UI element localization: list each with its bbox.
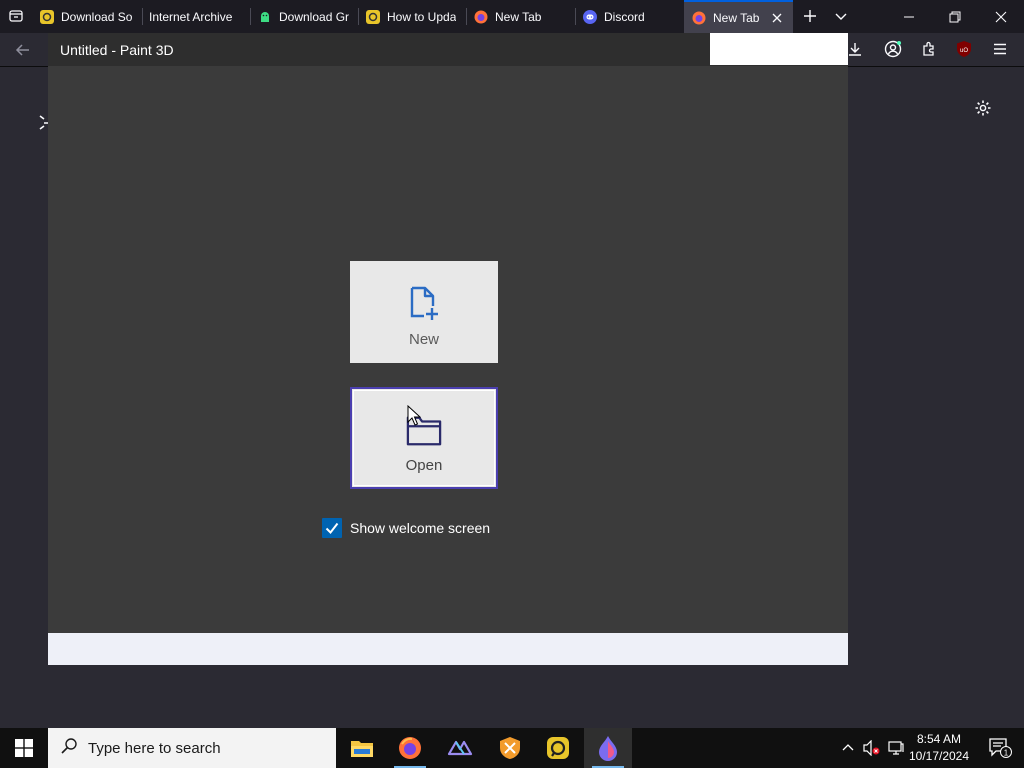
affinity-icon[interactable] (436, 728, 484, 768)
window-title: Untitled - Paint 3D (60, 42, 174, 58)
svg-text:uO: uO (960, 48, 968, 54)
tab-label: New Tab (713, 10, 760, 25)
close-window-button[interactable] (978, 0, 1024, 33)
open-button[interactable]: Open (350, 387, 498, 489)
tab-label: Download Gr (279, 9, 350, 24)
browser-tab[interactable]: Discord (575, 0, 683, 33)
show-welcome-checkbox[interactable] (322, 518, 342, 538)
checkmark-icon (325, 522, 339, 535)
clock-date: 10/17/2024 (908, 749, 970, 763)
new-label: New (408, 331, 439, 348)
browser-tab[interactable]: Internet Archive (142, 0, 250, 33)
new-button[interactable]: New (350, 261, 498, 363)
chevron-down-icon[interactable] (830, 5, 852, 27)
browser-tab[interactable]: Download Gr (250, 0, 358, 33)
browser-tab-active[interactable]: New Tab (684, 0, 793, 33)
notification-count: 1 (1004, 749, 1009, 758)
new-file-icon (406, 285, 442, 323)
firefox-icon (692, 11, 706, 25)
discord-icon (583, 9, 597, 24)
paint-status-strip (48, 633, 848, 665)
firefox-icon (474, 10, 488, 24)
clock-time: 8:54 AM (916, 732, 962, 746)
browser-tab[interactable]: New Tab (466, 0, 574, 33)
tab-label: Discord (604, 9, 645, 24)
extensions-icon[interactable] (917, 37, 941, 61)
windows-taskbar: Type here to search 8:54 AM 10/17/2024 1 (0, 728, 1024, 768)
hamburger-menu-icon[interactable] (988, 37, 1012, 61)
file-explorer-icon[interactable] (338, 728, 386, 768)
scribd-icon[interactable] (534, 728, 582, 768)
tab-list-icon[interactable] (4, 4, 28, 28)
tab-label: How to Upda (387, 9, 457, 24)
restore-button[interactable] (932, 0, 978, 33)
scribd-icon (366, 9, 380, 24)
notification-center-icon[interactable]: 1 (978, 728, 1022, 768)
back-arrow-icon[interactable] (10, 37, 36, 63)
welcome-screen: New Open Show welcome screen (48, 66, 848, 633)
show-welcome-label: Show welcome screen (350, 520, 491, 536)
loading-spinner-icon (38, 113, 48, 133)
minimize-button[interactable] (886, 0, 932, 33)
search-icon (60, 737, 78, 760)
scribd-icon (40, 9, 54, 24)
ublock-origin-icon[interactable]: uO (952, 37, 976, 61)
open-label: Open (405, 457, 443, 474)
browser-tab-strip: Download So Internet Archive Download Gr… (0, 0, 1024, 33)
paint-3d-window: Untitled - Paint 3D New Open Show welcom… (48, 33, 848, 665)
tab-label: New Tab (495, 9, 542, 24)
show-welcome-toggle[interactable]: Show welcome screen (322, 518, 490, 538)
paint-title-bar[interactable]: Untitled - Paint 3D (48, 33, 848, 66)
taskbar-search-input[interactable]: Type here to search (48, 728, 336, 768)
gear-icon[interactable] (972, 97, 994, 119)
vpn-shield-icon[interactable] (486, 728, 534, 768)
taskbar-clock[interactable]: 8:54 AM 10/17/2024 (904, 731, 974, 765)
close-tab-icon[interactable] (769, 10, 785, 26)
title-bar-blank-area (710, 33, 848, 65)
browser-tab[interactable]: How to Upda (358, 0, 466, 33)
tab-label: Download So (61, 9, 133, 24)
search-placeholder: Type here to search (88, 739, 221, 757)
mouse-cursor-icon (407, 404, 422, 427)
new-tab-icon[interactable] (799, 5, 821, 27)
paint-3d-icon[interactable] (584, 728, 632, 768)
windows-start-icon[interactable] (0, 728, 48, 768)
account-icon[interactable] (881, 37, 905, 61)
chevron-up-icon[interactable] (836, 736, 860, 760)
speaker-muted-icon[interactable] (860, 736, 884, 760)
firefox-icon[interactable] (386, 728, 434, 768)
browser-tab[interactable]: Download So (32, 0, 142, 33)
tab-label: Internet Archive (149, 9, 233, 24)
android-icon (258, 10, 272, 24)
